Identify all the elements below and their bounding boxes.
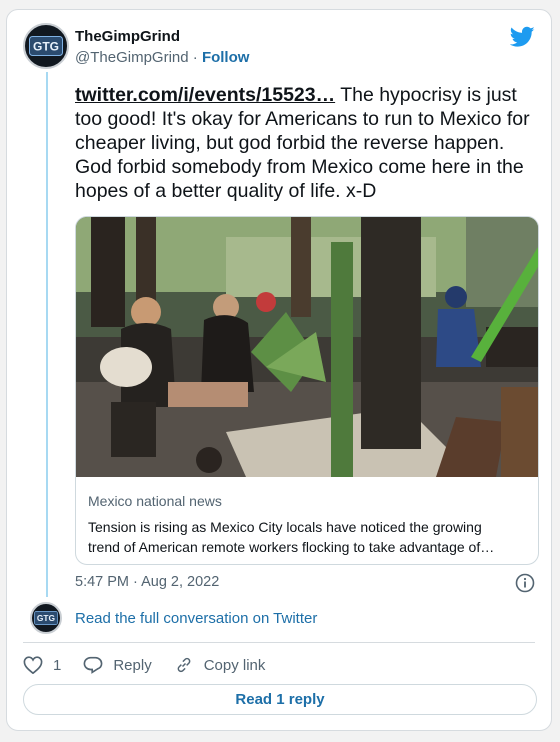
tweet-link[interactable]: twitter.com/i/events/15523… (75, 84, 335, 106)
follow-button[interactable]: Follow (202, 49, 250, 66)
embedded-tweet-card: GTG TheGimpGrind @TheGimpGrind · Follow … (6, 9, 552, 731)
like-button[interactable]: 1 (23, 656, 61, 674)
preview-description-line1: Tension is rising as Mexico City locals … (88, 519, 482, 535)
author-handle-row: @TheGimpGrind · Follow (75, 49, 249, 66)
link-icon (177, 657, 191, 673)
avatar-small-text: GTG (37, 613, 55, 623)
gtg-logo-icon: GTG (29, 36, 63, 56)
conversation-avatar[interactable]: GTG (30, 602, 62, 634)
read-conversation-link[interactable]: Read the full conversation on Twitter (75, 610, 317, 627)
divider (23, 642, 535, 643)
avatar-text: GTG (33, 40, 59, 54)
preview-photo (76, 217, 538, 477)
separator-dot: · (192, 49, 198, 66)
author-handle[interactable]: @TheGimpGrind (75, 49, 189, 66)
preview-source: Mexico national news (88, 493, 222, 509)
link-preview-card[interactable]: Mexico national news Tension is rising a… (75, 216, 539, 565)
twitter-bird-icon[interactable] (510, 26, 535, 48)
reply-label: Reply (113, 656, 152, 674)
preview-description-line2: trend of American remote workers flockin… (88, 539, 495, 555)
reply-icon (83, 656, 103, 674)
gtg-logo-small-icon: GTG (34, 611, 58, 625)
like-count: 1 (53, 656, 62, 674)
reply-button[interactable]: Reply (83, 656, 152, 674)
preview-meta: Mexico national news Tension is rising a… (88, 493, 528, 557)
copy-link-button[interactable]: Copy link (174, 656, 266, 674)
heart-icon (23, 656, 43, 674)
copy-link-label: Copy link (203, 656, 266, 674)
tweet-text: twitter.com/i/events/15523… The hypocris… (75, 83, 537, 203)
author-name[interactable]: TheGimpGrind (75, 28, 180, 45)
thread-line (46, 72, 48, 597)
author-avatar[interactable]: GTG (23, 23, 69, 69)
action-bar: 1 Reply Copy link (23, 653, 287, 677)
info-icon[interactable] (515, 573, 535, 593)
read-replies-button[interactable]: Read 1 reply (23, 684, 537, 715)
preview-description: Tension is rising as Mexico City locals … (88, 517, 528, 557)
tweet-timestamp[interactable]: 5:47 PM · Aug 2, 2022 (75, 574, 219, 590)
